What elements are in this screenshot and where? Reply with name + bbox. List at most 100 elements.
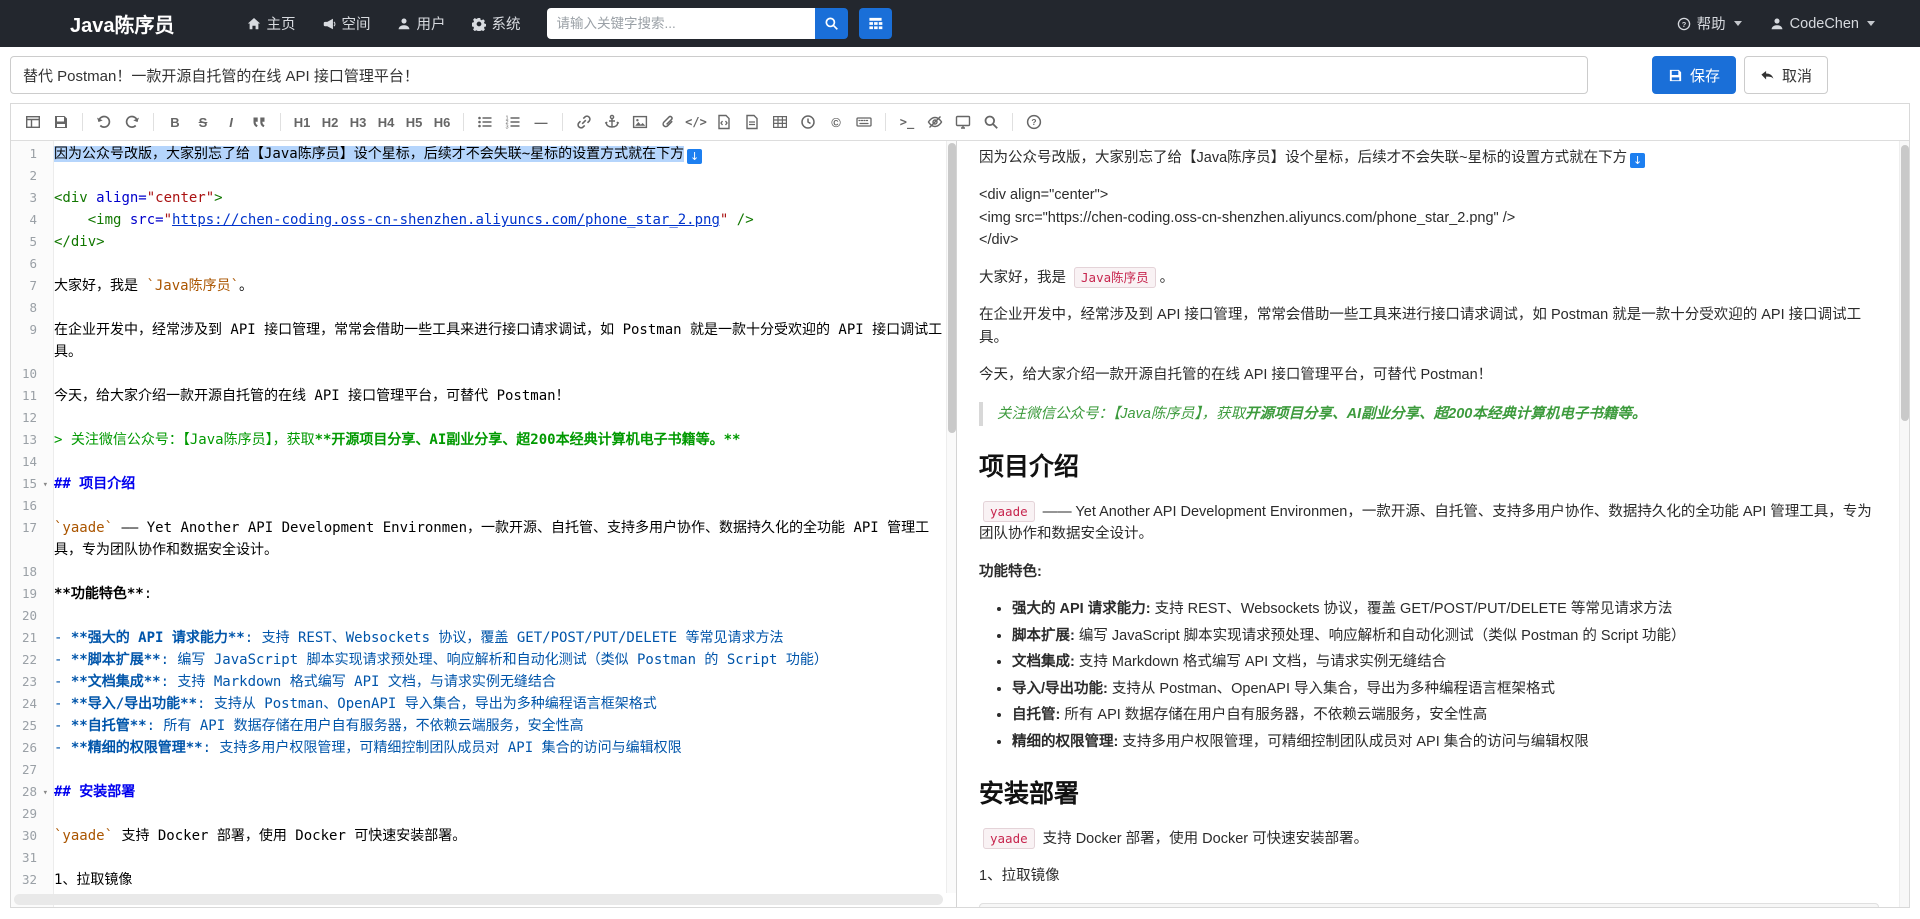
question-circle-icon: ? <box>1677 17 1691 31</box>
line-number: 29 <box>21 806 37 821</box>
editor-vertical-scrollbar[interactable] <box>946 141 956 893</box>
toolbar-undo-button[interactable] <box>90 109 118 135</box>
toolbar-window-button[interactable] <box>19 109 47 135</box>
toolbar-strikethrough-button[interactable]: S <box>189 109 217 135</box>
fold-arrow-icon[interactable]: ▾ <box>43 474 48 496</box>
toolbar-divider <box>562 113 563 131</box>
code-line[interactable]: 1 因为公众号改版，大家别忘了给【Java陈序员】设个星标，后续才不会失联~星标的… <box>11 143 946 165</box>
code-line[interactable]: 17 `yaade` —— Yet Another API Development… <box>11 517 946 561</box>
preview-vertical-scrollbar[interactable] <box>1899 141 1909 907</box>
preview-paragraph: 1、拉取镜像 <box>979 868 1060 885</box>
toolbar-redo-button[interactable] <box>118 109 146 135</box>
code-line[interactable]: 7 大家好，我是 `Java陈序员`。 <box>11 275 946 297</box>
line-number: 24 <box>21 696 37 711</box>
code-line[interactable]: 16 <box>11 495 946 517</box>
svg-text:?: ? <box>1681 19 1686 28</box>
search-button[interactable] <box>814 8 848 39</box>
inline-code: yaade <box>983 827 1035 849</box>
toolbar-attachment-button[interactable] <box>654 109 682 135</box>
editor-horizontal-scrollbar[interactable] <box>14 894 943 905</box>
toolbar-eye-slash-button[interactable] <box>921 109 949 135</box>
toolbar-save-button[interactable] <box>47 109 75 135</box>
svg-text:3: 3 <box>506 125 509 130</box>
scrollbar-thumb[interactable] <box>1901 145 1909 421</box>
code-line[interactable]: 26- **精细的权限管理**: 支持多用户权限管理，可精细控制团队成员对 AP… <box>11 737 946 759</box>
toolbar-keyboard-button[interactable] <box>850 109 878 135</box>
code-line[interactable]: 5 </div> <box>11 231 946 253</box>
code-line[interactable]: 14 <box>11 451 946 473</box>
code-line[interactable]: 27 <box>11 759 946 781</box>
code-line[interactable]: 31 <box>11 847 946 869</box>
post-title-input[interactable] <box>10 56 1588 94</box>
toolbar-table-button[interactable] <box>766 109 794 135</box>
toolbar-h1-button[interactable]: H1 <box>288 109 316 135</box>
toolbar-italic-button[interactable]: I <box>217 109 245 135</box>
code-line[interactable]: 21- **强大的 API 请求能力**: 支持 REST、Websockets… <box>11 627 946 649</box>
code-line[interactable]: 19 **功能特色**: <box>11 583 946 605</box>
brand[interactable]: Java陈序员 <box>70 9 175 38</box>
help-menu[interactable]: ? 帮助 <box>1677 13 1742 34</box>
save-button[interactable]: 保存 <box>1651 56 1736 94</box>
toolbar-image-button[interactable] <box>626 109 654 135</box>
code-line[interactable]: 9 在企业开发中，经常涉及到 API 接口管理，常常会借助一些工具来进行接口请求调… <box>11 319 946 363</box>
code-line[interactable]: 10 <box>11 363 946 385</box>
toolbar-code-block-button[interactable] <box>710 109 738 135</box>
toolbar-help-button[interactable]: ? <box>1020 109 1048 135</box>
toolbar-quote-button[interactable] <box>245 109 273 135</box>
code-line[interactable]: 32 1、拉取镜像 <box>11 869 946 891</box>
markdown-source-pane[interactable]: 1 因为公众号改版，大家别忘了给【Java陈序员】设个星标，后续才不会失联~星标的… <box>11 141 957 907</box>
code-line[interactable]: 8 <box>11 297 946 319</box>
code-line[interactable]: 24- **导入/导出功能**: 支持从 Postman、OpenAPI 导入集… <box>11 693 946 715</box>
code-line[interactable]: 20 <box>11 605 946 627</box>
code-line[interactable]: 23- **文档集成**: 支持 Markdown 格式编写 API 文档，与请… <box>11 671 946 693</box>
code-line[interactable]: 30 `yaade` 支持 Docker 部署，使用 Docker 可快速安装部署… <box>11 825 946 847</box>
toolbar-horizontal-rule-button[interactable]: — <box>527 109 555 135</box>
cancel-button[interactable]: 取消 <box>1743 56 1828 94</box>
preview-heading: 安装部署 <box>979 780 1080 809</box>
caret-down-icon <box>1867 21 1875 26</box>
toolbar-search-button[interactable] <box>977 109 1005 135</box>
code-line[interactable]: 29 <box>11 803 946 825</box>
apps-grid-button[interactable] <box>858 8 892 39</box>
code-line[interactable]: 15 ▾ ## 项目介绍 <box>11 473 946 495</box>
code-line[interactable]: 22- **脚本扩展**: 编写 JavaScript 脚本实现请求预处理、响应… <box>11 649 946 671</box>
search-input[interactable] <box>546 8 815 39</box>
toolbar-h2-button[interactable]: H2 <box>316 109 344 135</box>
toolbar-link-button[interactable] <box>570 109 598 135</box>
code-line[interactable]: 12 <box>11 407 946 429</box>
nav-item-space[interactable]: 空间 <box>322 13 371 34</box>
toolbar-anchor-button[interactable] <box>598 109 626 135</box>
line-number: 30 <box>21 828 37 843</box>
code-line[interactable]: 13 > 关注微信公众号：【Java陈序员】，获取**开源项目分享、AI副业分享、… <box>11 429 946 451</box>
code-line[interactable]: 3 <div align="center"> <box>11 187 946 209</box>
toolbar-html-block-button[interactable] <box>738 109 766 135</box>
toolbar-copyright-button[interactable]: © <box>822 109 850 135</box>
fold-arrow-icon[interactable]: ▾ <box>43 782 48 804</box>
code-line[interactable]: 28 ▾ ## 安装部署 <box>11 781 946 803</box>
toolbar-datetime-button[interactable] <box>794 109 822 135</box>
code-line[interactable]: 25- **自托管**: 所有 API 数据存储在用户自有服务器，不依赖云端服务… <box>11 715 946 737</box>
nav-item-system[interactable]: 系统 <box>471 13 521 34</box>
toolbar-h4-button[interactable]: H4 <box>372 109 400 135</box>
line-number: 32 <box>21 872 37 887</box>
nav-item-home[interactable]: 主页 <box>247 13 296 34</box>
toolbar-monitor-button[interactable] <box>949 109 977 135</box>
code-line[interactable]: 4 <img src="https://chen-coding.oss-cn-s… <box>11 209 946 231</box>
preview-pane[interactable]: 因为公众号改版，大家别忘了给【Java陈序员】设个星标，后续才不会失联~星标的设… <box>957 141 1909 907</box>
nav-item-users[interactable]: 用户 <box>397 13 446 34</box>
main-nav: 主页 空间 用户 系统 <box>247 13 521 34</box>
toolbar-h6-button[interactable]: H6 <box>428 109 456 135</box>
code-line[interactable]: 18 <box>11 561 946 583</box>
toolbar-h5-button[interactable]: H5 <box>400 109 428 135</box>
toolbar-bold-button[interactable]: B <box>161 109 189 135</box>
scrollbar-thumb[interactable] <box>948 143 956 433</box>
toolbar-terminal-button[interactable]: >_ <box>893 109 921 135</box>
toolbar-h3-button[interactable]: H3 <box>344 109 372 135</box>
code-line[interactable]: 2 <box>11 165 946 187</box>
toolbar-inline-code-button[interactable]: </> <box>682 109 710 135</box>
toolbar-list-ul-button[interactable] <box>471 109 499 135</box>
code-line[interactable]: 6 <box>11 253 946 275</box>
toolbar-list-ol-button[interactable]: 123 <box>499 109 527 135</box>
code-line[interactable]: 11 今天，给大家介绍一款开源自托管的在线 API 接口管理平台，可替代 Post… <box>11 385 946 407</box>
user-menu[interactable]: CodeChen <box>1770 16 1875 32</box>
